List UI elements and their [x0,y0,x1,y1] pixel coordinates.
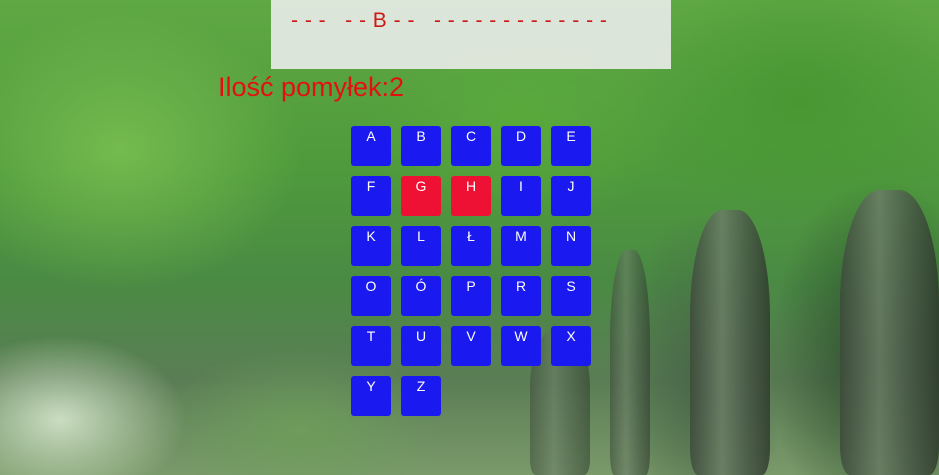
letter-key[interactable]: W [501,326,541,366]
mistakes-counter: Ilość pomyłek:2 [218,72,405,102]
hidden-word: - - - - - B - - - - - - - - - - - - - - … [291,9,608,32]
letter-key[interactable]: I [501,176,541,216]
letter-key[interactable]: E [551,126,591,166]
letter-key[interactable]: Ł [451,226,491,266]
letter-key[interactable]: S [551,276,591,316]
letter-key[interactable]: U [401,326,441,366]
tree-trunk [690,210,770,475]
letter-key[interactable]: T [351,326,391,366]
letter-keyboard: ABCDE FGHIJ KLŁMN OÓPRS TUVWX YZ [351,126,601,416]
letter-key[interactable]: M [501,226,541,266]
letter-key[interactable]: K [351,226,391,266]
letter-key[interactable]: D [501,126,541,166]
letter-key[interactable]: J [551,176,591,216]
tree-trunk [840,190,939,475]
letter-key[interactable]: R [501,276,541,316]
letter-key[interactable]: A [351,126,391,166]
letter-key[interactable]: G [401,176,441,216]
letter-key[interactable]: L [401,226,441,266]
letter-key[interactable]: C [451,126,491,166]
letter-key[interactable]: Z [401,376,441,416]
letter-key[interactable]: V [451,326,491,366]
tree-trunk [610,250,650,475]
word-panel: - - - - - B - - - - - - - - - - - - - - … [271,0,671,69]
letter-key[interactable]: B [401,126,441,166]
letter-key[interactable]: O [351,276,391,316]
letter-key[interactable]: N [551,226,591,266]
letter-key[interactable]: Y [351,376,391,416]
letter-key[interactable]: H [451,176,491,216]
letter-key[interactable]: Ó [401,276,441,316]
letter-key[interactable]: P [451,276,491,316]
letter-key[interactable]: F [351,176,391,216]
letter-key[interactable]: X [551,326,591,366]
